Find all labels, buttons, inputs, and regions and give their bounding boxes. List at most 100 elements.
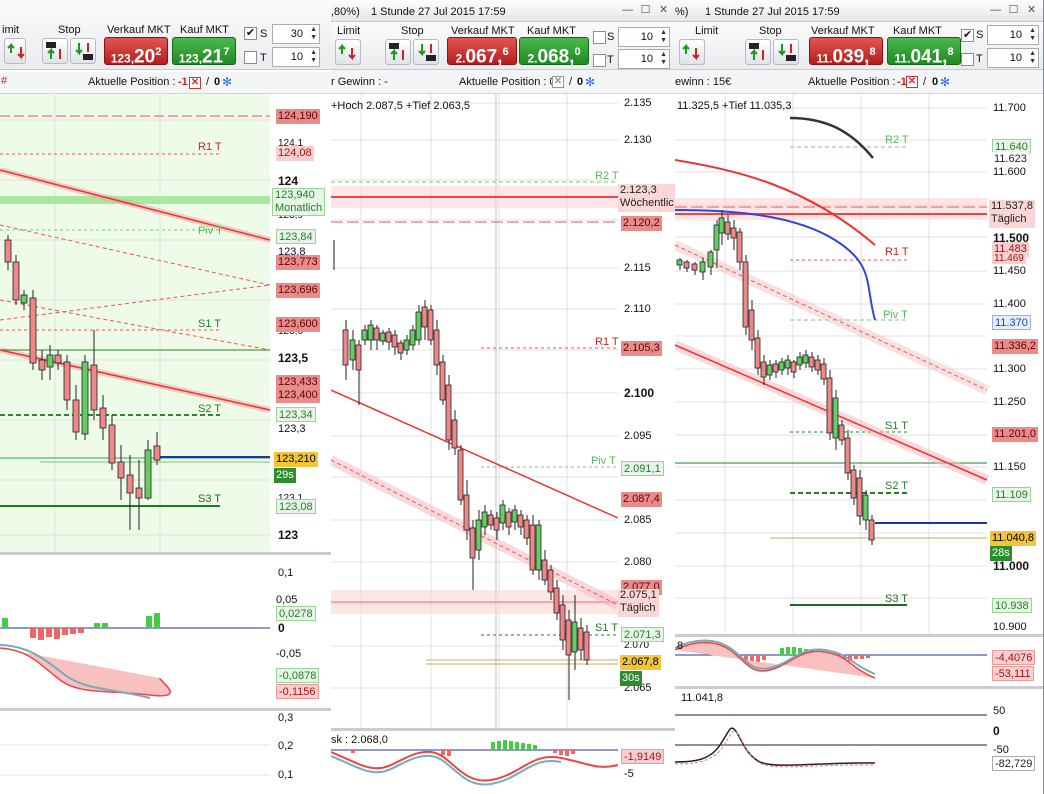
candle-countdown: 30s	[620, 671, 642, 686]
indicator-tag: -82,729	[992, 756, 1036, 771]
s1-level-label: S1 T	[595, 622, 619, 634]
indicator-y-tick: -5	[624, 768, 634, 780]
monthly-level-value: 123,940	[275, 189, 315, 201]
s3-level-label: S3 T	[198, 493, 222, 505]
indicator-tag: -4,4076	[992, 650, 1036, 665]
s1-level-label: S1 T	[198, 318, 222, 330]
daily-level-tag: 2.075,1 Täglich	[618, 589, 659, 617]
price-tag: 123,773	[276, 255, 320, 270]
indicator-y-tick: 0,3	[278, 712, 294, 724]
indicator-y-tick: 0	[993, 724, 1000, 738]
r2-level-label: R2 T	[885, 134, 909, 146]
price-tag: 2.087,4	[621, 492, 662, 507]
price-tag: 11.201,0	[992, 427, 1039, 442]
r1-level-label: R1 T	[198, 141, 222, 153]
s3-level-label: S3 T	[885, 593, 909, 605]
current-price-tag: 11.040,8	[990, 531, 1037, 546]
price-tag: 123,08	[276, 499, 316, 514]
candle-countdown: 29s	[274, 468, 296, 483]
price-tag: 2.071,3	[621, 627, 664, 642]
y-tick: 11.450	[993, 265, 1026, 277]
y-tick: 2.085	[624, 514, 652, 526]
chart-window-2: ,80%) 1 Stunde 27 Jul 2015 17:59 — ☐ ✕ Lim…	[331, 0, 676, 794]
y-tick: 2.130	[624, 134, 652, 146]
indicator-tag: -0,0878	[276, 668, 320, 683]
daily-level-tag: 11.537,8 Täglich	[989, 200, 1036, 228]
price-tag: 11.370	[992, 315, 1031, 330]
y-tick: 11.400	[993, 298, 1026, 310]
indicator-label: 11.041,8	[681, 692, 724, 704]
monthly-label: Monatlich	[275, 202, 323, 214]
indicator-y-tick: -50	[993, 744, 1009, 756]
indicator-y-tick: 0,1	[278, 769, 294, 781]
y-tick: 2.110	[624, 303, 651, 315]
chart-window-3: %) 1 Stunde 27 Jul 2015 17:59 — ☐ ✕ Limit …	[675, 0, 1044, 794]
price-tag: 11.336,2	[992, 339, 1039, 354]
price-tag: 123,696	[276, 283, 320, 298]
chart-window-1: imit Stop Verkauf MKT 123,202 Kauf MKT 1…	[0, 0, 332, 794]
pivot-level-label: Piv T	[883, 309, 908, 321]
weekly-level-tag: 2.123,3 Wöchentlic	[618, 184, 675, 212]
pivot-level-label: Piv T	[198, 225, 223, 237]
y-tick: 2.095	[624, 430, 652, 442]
indicator-y-tick: 0,1	[278, 567, 294, 579]
pivot-level-label: Piv T	[591, 455, 616, 467]
monthly-level-tag: 123,940 Monatlich	[272, 188, 326, 216]
price-tag: 2.091,1	[621, 461, 664, 476]
r2-level-label: R2 T	[595, 170, 619, 182]
y-tick: 11.250	[993, 396, 1026, 408]
weekly-label: Wöchentlic	[620, 197, 674, 209]
price-tag: 11.469	[992, 253, 1026, 264]
s2-level-label: S2 T	[885, 480, 909, 492]
price-tag: 124,190	[276, 109, 320, 124]
price-tag: 11.623	[992, 152, 1029, 167]
indicator-y-tick: 0	[278, 621, 285, 635]
indicator-label: sk : 2.068,0	[331, 734, 388, 746]
y-tick: 11.700	[993, 102, 1026, 114]
s1-level-label: S1 T	[885, 420, 909, 432]
daily-level-value: 2.075,1	[620, 589, 657, 601]
indicator-tag: -0,1156	[276, 684, 319, 699]
indicator-tag: -53,111	[992, 666, 1034, 681]
price-tag: 10.938	[992, 598, 1032, 613]
candle-countdown: 28s	[990, 546, 1012, 561]
y-tick: 11.000	[993, 559, 1030, 573]
y-tick: 11.600	[993, 166, 1026, 178]
indicator-tag: -1,9149	[621, 749, 665, 764]
price-tag: 2.105,3	[621, 341, 662, 356]
r1-level-label: R1 T	[885, 246, 909, 258]
indicator-tag: 0,0278	[276, 606, 316, 621]
y-tick: 2.080	[624, 556, 652, 568]
y-tick: 2.100	[624, 386, 655, 400]
high-low-info: 11.325,5 +Tief 11.035,3	[677, 100, 792, 112]
y-tick: 123	[278, 528, 299, 542]
current-price-tag: 2.067,8	[620, 655, 661, 670]
y-tick: 124	[278, 174, 299, 188]
price-tag: 124,08	[276, 146, 314, 161]
y-tick: 2.115	[624, 262, 651, 274]
y-tick: 123,5	[278, 351, 309, 365]
price-chart-3	[675, 94, 1043, 768]
y-tick: 11.150	[993, 461, 1026, 473]
daily-label: Täglich	[991, 213, 1027, 225]
price-tag: 123,84	[276, 229, 316, 244]
indicator-y-tick: -0,05	[276, 648, 302, 660]
y-tick: 123,3	[278, 423, 306, 435]
r1-level-label: R1 T	[595, 336, 619, 348]
indicator-y-tick: 0,2	[278, 740, 294, 752]
price-tag: 123,34	[276, 407, 316, 422]
y-tick: 10.900	[993, 621, 1027, 633]
high-low-info: +Hoch 2.087,5 +Tief 2.063,5	[331, 100, 471, 112]
price-tag: 123,600	[276, 317, 320, 332]
y-tick: 2.135	[624, 97, 652, 109]
s2-level-label: S2 T	[198, 403, 222, 415]
daily-level-value: 11.537,8	[991, 200, 1034, 212]
price-tag: 123,400	[276, 388, 320, 403]
indicator-y-tick: 0,05	[276, 594, 298, 606]
price-tag: 2.120,2	[621, 216, 662, 231]
indicator-y-tick: 50	[993, 705, 1006, 717]
weekly-level-value: 2.123,3	[620, 184, 657, 196]
indicator-label: 8	[677, 640, 684, 652]
daily-label: Täglich	[620, 602, 656, 614]
price-tag: 11.109	[992, 487, 1031, 502]
